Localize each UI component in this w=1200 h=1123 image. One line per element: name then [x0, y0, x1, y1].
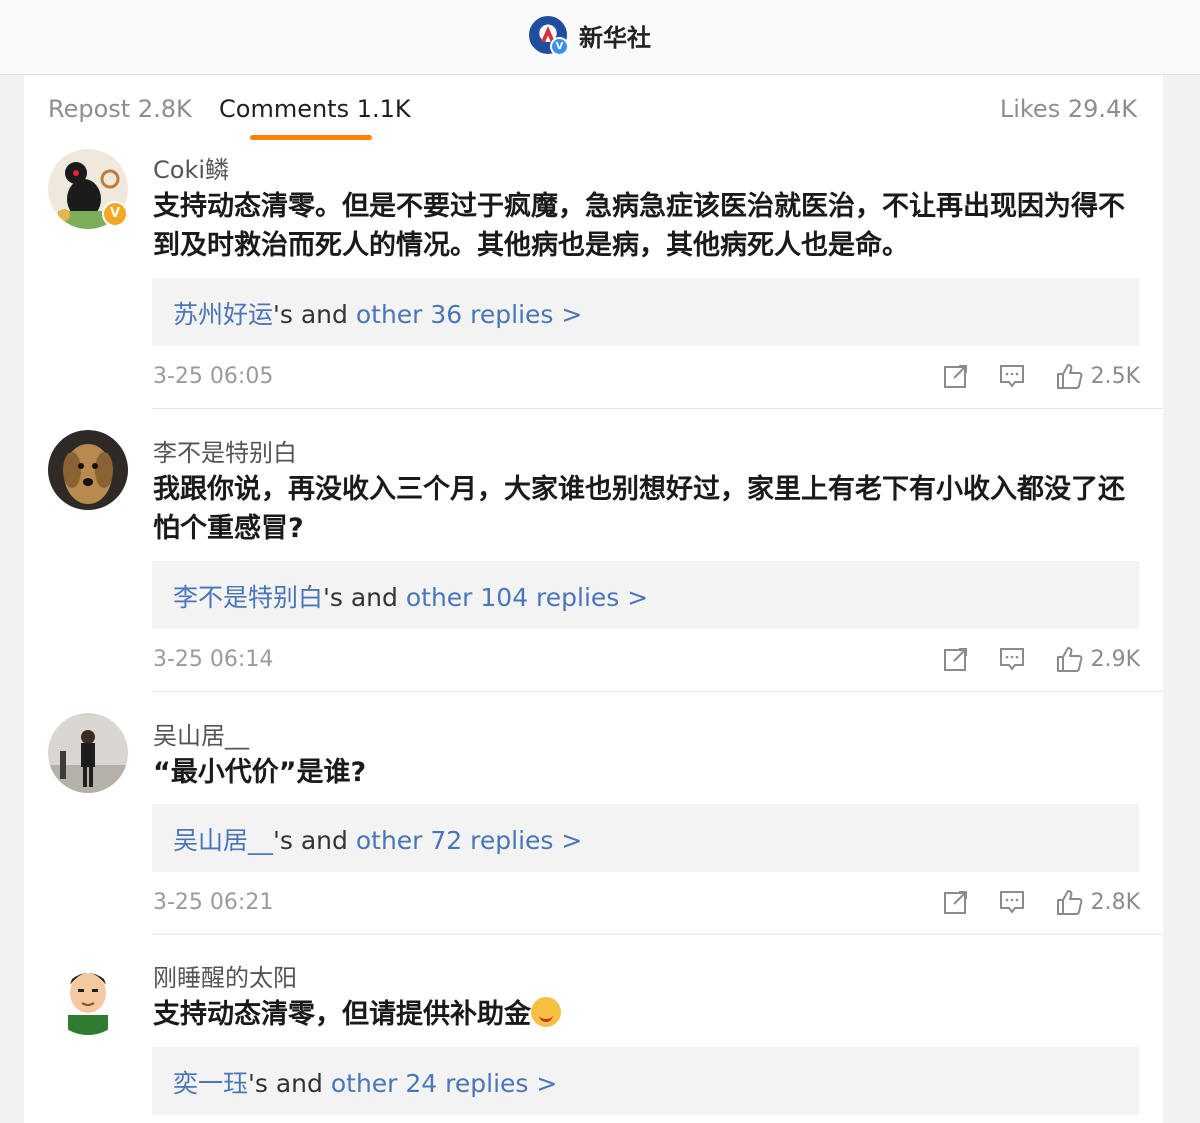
more-replies-link[interactable]: other 72 replies >: [356, 826, 582, 855]
avatar-image: [48, 713, 128, 793]
replies-preview[interactable]: 奕一珏's and other 24 replies >: [152, 1047, 1139, 1115]
avatar[interactable]: [48, 430, 128, 510]
replies-preview[interactable]: 苏州好运's and other 36 replies >: [152, 278, 1139, 346]
avatar[interactable]: [48, 955, 128, 1035]
account-header[interactable]: V 新华社: [529, 14, 651, 56]
comment-icon[interactable]: [999, 363, 1025, 389]
replies-summary[interactable]: 苏州好运's and other 36 replies >: [173, 295, 582, 331]
tab-repost[interactable]: Repost 2.8K: [48, 95, 192, 123]
avatar-image: [48, 955, 128, 1035]
more-replies-link[interactable]: other 36 replies >: [356, 300, 582, 329]
comment-username[interactable]: 李不是特别白: [153, 433, 297, 468]
comment-username[interactable]: 吴山居__: [153, 716, 249, 751]
emoji-icon: [531, 997, 561, 1027]
comment-meta: 3-25 06:05 2.5K: [153, 358, 1140, 398]
tab-comments[interactable]: Comments 1.1K: [219, 95, 411, 123]
comment-time: 3-25 06:21: [153, 890, 274, 915]
reply-connector: 's and: [323, 583, 406, 612]
verified-badge-icon: V: [550, 37, 569, 56]
reply-connector: 's and: [273, 300, 356, 329]
thumbs-up-icon[interactable]: [1055, 362, 1083, 390]
reply-user-link[interactable]: 吴山居__: [173, 826, 273, 855]
comment-text: 支持动态清零。但是不要过于疯魔，急病急症该医治就医治，不让再出现因为得不到及时救…: [153, 191, 1125, 261]
comment-actions: 2.8K: [913, 888, 1140, 916]
comment-divider: [152, 408, 1163, 409]
comment-text-row: 支持动态清零，但请提供补助金: [153, 995, 1143, 1034]
comment-item: 刚睡醒的太阳 支持动态清零，但请提供补助金 奕一珏's and other 24…: [24, 955, 1163, 1123]
avatar-image: [48, 430, 128, 510]
top-bar: V 新华社: [0, 0, 1200, 75]
comment-text: 我跟你说，再没收入三个月，大家谁也别想好过，家里上有老下有小收入都没了还怕个重感…: [153, 474, 1125, 544]
comment-item: 吴山居__ “最小代价”是谁? 吴山居__'s and other 72 rep…: [24, 713, 1163, 935]
avatar[interactable]: V: [48, 149, 128, 229]
like-count: 2.5K: [1090, 363, 1140, 389]
comment-text: 支持动态清零，但请提供补助金: [153, 999, 531, 1030]
replies-summary[interactable]: 吴山居__'s and other 72 replies >: [173, 821, 582, 857]
reply-user-link[interactable]: 李不是特别白: [173, 583, 323, 612]
comment-text: “最小代价”是谁?: [153, 757, 367, 788]
reply-user-link[interactable]: 苏州好运: [173, 300, 273, 329]
verified-badge-icon: V: [102, 201, 128, 227]
comment-divider: [152, 934, 1163, 935]
comment-icon[interactable]: [999, 889, 1025, 915]
comment-username[interactable]: Coki鳞: [153, 150, 229, 185]
active-tab-indicator: [250, 135, 372, 140]
share-icon[interactable]: [943, 889, 969, 915]
thumbs-up-icon[interactable]: [1055, 888, 1083, 916]
like-count: 2.8K: [1090, 889, 1140, 915]
replies-summary[interactable]: 李不是特别白's and other 104 replies >: [173, 578, 648, 614]
tab-likes[interactable]: Likes 29.4K: [1000, 95, 1137, 123]
comment-item: V Coki鳞 支持动态清零。但是不要过于疯魔，急病急症该医治就医治，不让再出现…: [24, 147, 1163, 409]
comment-username[interactable]: 刚睡醒的太阳: [153, 958, 297, 993]
tab-bar: Repost 2.8K Comments 1.1K Likes 29.4K: [24, 75, 1163, 147]
comment-divider: [152, 691, 1163, 692]
share-icon[interactable]: [943, 646, 969, 672]
comment-time: 3-25 06:05: [153, 364, 274, 389]
share-icon[interactable]: [943, 363, 969, 389]
comments-panel: Repost 2.8K Comments 1.1K Likes 29.4K V …: [24, 75, 1163, 1123]
reply-connector: 's and: [273, 826, 356, 855]
avatar[interactable]: [48, 713, 128, 793]
comment-meta: 3-25 06:21 2.8K: [153, 884, 1140, 924]
more-replies-link[interactable]: other 104 replies >: [406, 583, 648, 612]
xinhua-logo[interactable]: V: [529, 16, 569, 56]
account-name[interactable]: 新华社: [579, 18, 651, 53]
more-replies-link[interactable]: other 24 replies >: [331, 1069, 557, 1098]
comment-actions: 2.9K: [913, 645, 1140, 673]
replies-preview[interactable]: 吴山居__'s and other 72 replies >: [152, 804, 1139, 872]
reply-user-link[interactable]: 奕一珏: [173, 1069, 248, 1098]
comment-icon[interactable]: [999, 646, 1025, 672]
replies-summary[interactable]: 奕一珏's and other 24 replies >: [173, 1064, 557, 1100]
comment-meta: 3-25 06:14 2.9K: [153, 641, 1140, 681]
comment-time: 3-25 06:14: [153, 647, 274, 672]
thumbs-up-icon[interactable]: [1055, 645, 1083, 673]
like-count: 2.9K: [1090, 646, 1140, 672]
replies-preview[interactable]: 李不是特别白's and other 104 replies >: [152, 561, 1139, 629]
reply-connector: 's and: [248, 1069, 331, 1098]
comment-actions: 2.5K: [913, 362, 1140, 390]
comment-item: 李不是特别白 我跟你说，再没收入三个月，大家谁也别想好过，家里上有老下有小收入都…: [24, 430, 1163, 692]
